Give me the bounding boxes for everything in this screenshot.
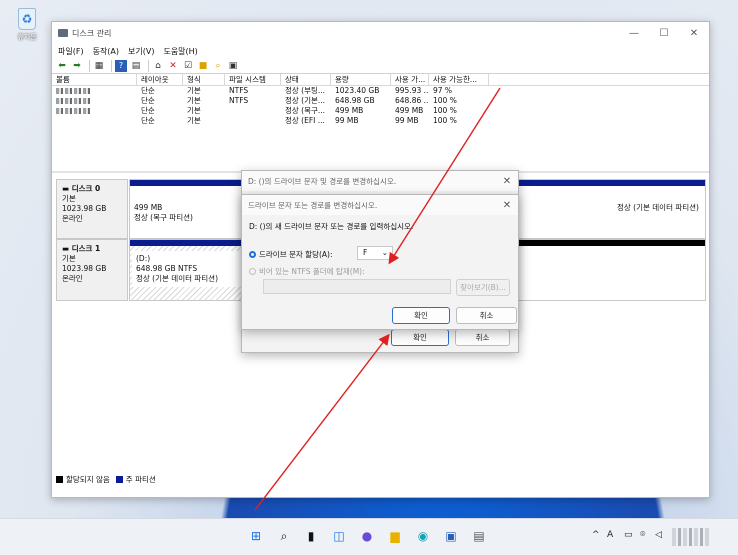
task-view-icon[interactable]: ▮ <box>303 528 319 544</box>
search-icon[interactable]: ⌕ <box>276 528 292 544</box>
disk-1-name: ▬ 디스크 1 <box>62 244 101 253</box>
primary-swatch <box>115 476 123 483</box>
disk-1-d-partition[interactable]: (D:) 648.98 GB NTFS 정상 (기본 데이터 파티션) <box>130 240 245 300</box>
col-type[interactable]: 형식 <box>183 74 225 85</box>
assign-drive-letter-dialog-titlebar[interactable]: 드라이브 문자 또는 경로를 변경하십시오. ✕ <box>242 195 518 215</box>
forward-arrow-icon[interactable]: ➡ <box>71 60 83 72</box>
list-icon[interactable]: ▣ <box>227 60 239 72</box>
table-row[interactable]: 단순 기본 NTFS 정상 (기본... 648.98 GB 648.86 ..… <box>52 96 709 106</box>
blurred-volume-name <box>56 88 90 94</box>
windows-start-icon[interactable]: ⊞ <box>248 528 264 544</box>
menu-help[interactable]: 도움말(H) <box>163 46 197 57</box>
folder-icon[interactable]: ■ <box>197 60 209 72</box>
col-percent-free[interactable]: 사용 가능한... <box>429 74 489 85</box>
recycle-bin-label: 휴지통 <box>17 33 37 41</box>
disk-1-info[interactable]: ▬ 디스크 1 기본 1023.98 GB 온라인 <box>56 239 128 301</box>
widgets-icon[interactable]: ◫ <box>331 528 347 544</box>
blurred-volume-name <box>56 98 90 104</box>
folder-path-input[interactable] <box>263 279 451 294</box>
taskbar: ⊞ ⌕ ▮ ◫ ● ▆ ◉ ▣ ▤ ^ A ▭ ⌾ ◁ <box>0 518 738 555</box>
properties-icon[interactable]: ▤ <box>130 60 142 72</box>
dialog-prompt: D: ()의 새 드라이브 문자 또는 경로를 입력하십시오. <box>249 222 414 231</box>
console-tree-icon[interactable]: ▦ <box>93 60 105 72</box>
col-filesystem[interactable]: 파일 시스템 <box>225 74 281 85</box>
drive-letter-select[interactable]: F ⌄ <box>357 246 393 260</box>
window-title: 디스크 관리 <box>72 28 112 38</box>
radio-selected-icon[interactable] <box>249 251 256 258</box>
connect-icon[interactable]: ⌂ <box>152 60 164 72</box>
delete-icon[interactable]: ✕ <box>167 60 179 72</box>
mount-folder-option[interactable]: 비어 있는 NTFS 폴더에 탑재(M): <box>249 266 365 277</box>
col-free[interactable]: 사용 가... <box>391 74 429 85</box>
col-layout[interactable]: 레이아웃 <box>137 74 183 85</box>
disk-0-name: ▬ 디스크 0 <box>62 184 101 193</box>
chat-icon[interactable]: ● <box>359 528 375 544</box>
disk-management-icon <box>58 29 68 37</box>
blurred-volume-name <box>56 108 90 114</box>
assign-drive-letter-dialog: 드라이브 문자 또는 경로를 변경하십시오. ✕ D: ()의 새 드라이브 문… <box>241 194 519 330</box>
back-arrow-icon[interactable]: ⬅ <box>56 60 68 72</box>
unallocated-swatch <box>56 476 63 483</box>
assign-letter-option[interactable]: 드라이브 문자 할당(A): <box>249 249 332 260</box>
help-icon[interactable]: ? <box>115 59 127 72</box>
close-button[interactable]: ✕ <box>679 28 709 39</box>
menu-view[interactable]: 보기(V) <box>128 46 154 57</box>
store-icon[interactable]: ▣ <box>443 528 459 544</box>
recycle-bin-icon: ♻ <box>18 8 36 30</box>
menu-action[interactable]: 동작(A) <box>93 46 119 57</box>
menu-bar: 파일(F) 동작(A) 보기(V) 도움말(H) <box>52 44 709 58</box>
close-icon[interactable]: ✕ <box>496 200 518 211</box>
radio-unselected-icon[interactable] <box>249 268 256 275</box>
title-bar[interactable]: 디스크 관리 — ☐ ✕ <box>52 22 709 44</box>
menu-file[interactable]: 파일(F) <box>58 46 84 57</box>
ok-button[interactable]: 확인 <box>392 307 450 324</box>
toolbar: ⬅ ➡ ▦ ? ▤ ⌂ ✕ ☑ ■ ⌕ ▣ <box>52 58 709 74</box>
col-volume[interactable]: 볼륨 <box>52 74 137 85</box>
cancel-button[interactable]: 취소 <box>456 307 517 324</box>
close-icon[interactable]: ✕ <box>496 176 518 187</box>
col-status[interactable]: 상태 <box>281 74 331 85</box>
maximize-button[interactable]: ☐ <box>649 28 679 39</box>
file-explorer-icon[interactable]: ▆ <box>387 528 403 544</box>
change-drive-letter-dialog-title: D: ()의 드라이브 문자 및 경로를 변경하십시오. <box>248 176 397 186</box>
check-icon[interactable]: ☑ <box>182 60 194 72</box>
change-drive-letter-dialog-titlebar[interactable]: D: ()의 드라이브 문자 및 경로를 변경하십시오. ✕ <box>242 171 518 191</box>
recycle-bin[interactable]: ♻ 휴지통 <box>10 8 44 42</box>
assign-drive-letter-dialog-title: 드라이브 문자 또는 경로를 변경하십시오. <box>248 200 378 210</box>
back-cancel-button[interactable]: 취소 <box>455 329 510 346</box>
browse-button[interactable]: 찾아보기(B)... <box>456 279 510 296</box>
ime-indicator[interactable]: A <box>607 530 613 540</box>
volume-table: 볼륨 레이아웃 형식 파일 시스템 상태 용량 사용 가... 사용 가능한..… <box>52 74 709 174</box>
display-icon[interactable]: ▭ <box>624 530 633 540</box>
legend: 할당되지 않음 주 파티션 <box>56 474 162 485</box>
disk-management-taskbar-icon[interactable]: ▤ <box>471 528 487 544</box>
disk-0-recovery-partition[interactable]: 499 MB 정상 (복구 파티션) <box>130 180 245 238</box>
back-ok-button[interactable]: 확인 <box>391 329 449 346</box>
edge-browser-icon[interactable]: ◉ <box>415 528 431 544</box>
blurred-clock[interactable] <box>672 528 710 546</box>
disk-0-info[interactable]: ▬ 디스크 0 기본 1023.98 GB 온라인 <box>56 179 128 239</box>
table-row[interactable]: 단순 기본 정상 (EFI ... 99 MB 99 MB 100 % <box>52 116 709 126</box>
network-icon[interactable]: ⌾ <box>640 530 645 540</box>
minimize-button[interactable]: — <box>619 28 649 39</box>
chevron-down-icon: ⌄ <box>381 248 388 257</box>
table-row[interactable]: 단순 기본 NTFS 정상 (부팅... 1023.40 GB 995.93 .… <box>52 86 709 96</box>
col-capacity[interactable]: 용량 <box>331 74 391 85</box>
volume-icon[interactable]: ◁ <box>655 530 662 540</box>
tray-chevron-icon[interactable]: ^ <box>592 530 600 540</box>
table-row[interactable]: 단순 기본 정상 (복구... 499 MB 499 MB 100 % <box>52 106 709 116</box>
search-icon[interactable]: ⌕ <box>212 60 224 72</box>
